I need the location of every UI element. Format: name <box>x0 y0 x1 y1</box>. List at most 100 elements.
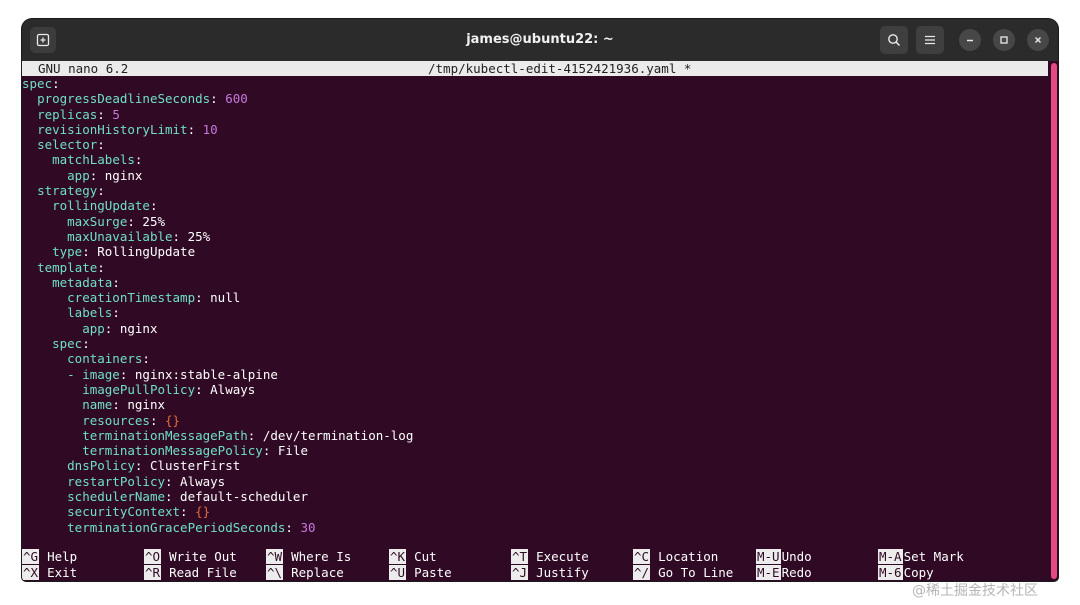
shortcut-label: Execute <box>536 549 589 564</box>
editor-line: spec: <box>22 76 1048 91</box>
code-token: metadata <box>52 274 113 290</box>
code-token: matchLabels <box>52 152 135 168</box>
code-token: : <box>134 152 143 168</box>
hamburger-menu-icon <box>925 35 935 45</box>
code-token: selector <box>37 137 98 153</box>
new-tab-button[interactable] <box>30 27 56 53</box>
code-token: : <box>97 137 105 153</box>
file-path: /tmp/kubectl-edit-4152421936.yaml * <box>428 61 692 76</box>
code-token: terminationMessagePolicy <box>82 443 263 459</box>
code-token: : default-scheduler <box>165 489 308 505</box>
editor-line: rollingUpdate: <box>22 198 1048 213</box>
shortcut-redo: M-E Redo <box>756 564 812 580</box>
code-token: : nginx <box>112 397 166 413</box>
shortcut-key: ^T <box>511 549 529 564</box>
editor-line: containers: <box>22 351 1048 366</box>
maximize-icon <box>1000 36 1008 44</box>
shortcut-key: ^G <box>22 549 40 564</box>
terminal-window: james@ubuntu22: ~ GNU nano 6.2 /tmp/kube… <box>22 19 1058 581</box>
shortcut-key: ^O <box>144 549 162 564</box>
editor-line: metadata: <box>22 275 1048 290</box>
nano-header-bar: GNU nano 6.2 /tmp/kubectl-edit-415242193… <box>22 61 1048 76</box>
menu-button[interactable] <box>916 26 944 54</box>
shortcut-label: Location <box>658 549 719 564</box>
shortcut-label: Redo <box>781 564 812 580</box>
shortcut-label: Copy <box>903 564 934 580</box>
editor-line: strategy: <box>22 183 1048 198</box>
editor-line: resources: {} <box>22 413 1048 428</box>
shortcut-key: ^C <box>633 549 651 564</box>
editor-line: spec: <box>22 336 1048 351</box>
code-token: labels <box>67 305 113 321</box>
code-token: resources <box>82 412 150 428</box>
code-token: : RollingUpdate <box>82 244 196 260</box>
code-token: - image <box>67 366 120 382</box>
shortcut-location: ^C Location <box>633 549 718 564</box>
code-token: 600 <box>225 91 248 107</box>
code-token: : <box>52 76 60 91</box>
shortcut-key: ^\ <box>266 564 284 580</box>
shortcut-write-out: ^O Write Out <box>144 549 237 564</box>
shortcut-bar: ^G Help ^O Write Out ^W Where Is ^K Cut ^T Execut… <box>22 549 1048 581</box>
editor-line: terminationMessagePolicy: File <box>22 443 1048 458</box>
minimize-button[interactable] <box>959 29 981 51</box>
code-token: app <box>82 320 105 336</box>
code-token: type <box>52 244 83 260</box>
terminal-area[interactable]: GNU nano 6.2 /tmp/kubectl-edit-415242193… <box>22 61 1050 581</box>
search-button[interactable] <box>880 26 908 54</box>
shortcut-label: Read File <box>169 564 237 580</box>
nano-version: GNU nano 6.2 <box>38 61 129 76</box>
editor-line: template: <box>22 260 1048 275</box>
editor-line: terminationGracePeriodSeconds: 30 <box>22 520 1048 535</box>
code-token: spec <box>52 336 83 352</box>
shortcut-key: M-U <box>756 549 781 564</box>
scrollbar[interactable] <box>1050 61 1058 581</box>
maximize-button[interactable] <box>993 29 1015 51</box>
code-token: terminationGracePeriodSeconds <box>67 519 286 535</box>
code-token: strategy <box>37 183 98 199</box>
editor-line: imagePullPolicy: Always <box>22 382 1048 397</box>
shortcut-key: ^R <box>144 564 162 580</box>
close-button[interactable] <box>1027 29 1049 51</box>
shortcut-label: Undo <box>781 549 812 564</box>
search-icon <box>888 34 901 47</box>
shortcut-label: Set Mark <box>903 549 964 564</box>
code-token: restartPolicy <box>67 473 165 489</box>
editor-text-area[interactable]: spec: progressDeadlineSeconds: 600 repli… <box>22 76 1048 535</box>
code-token: : ClusterFirst <box>134 458 241 474</box>
shortcut-label: Cut <box>414 549 437 564</box>
code-token: revisionHistoryLimit <box>37 121 188 137</box>
code-token: : <box>210 91 226 107</box>
code-token: : <box>112 274 120 290</box>
code-token: terminationMessagePath <box>82 427 248 443</box>
title-bar[interactable]: james@ubuntu22: ~ <box>22 19 1058 61</box>
code-token: replicas <box>37 106 98 122</box>
shortcut-read-file: ^R Read File <box>144 564 237 580</box>
close-icon <box>1035 37 1041 43</box>
shortcut-help: ^G Help <box>22 549 77 564</box>
shortcut-cut: ^K Cut <box>389 549 437 564</box>
shortcut-key: M-E <box>756 564 781 580</box>
code-token: : <box>285 519 301 535</box>
editor-line: progressDeadlineSeconds: 600 <box>22 91 1048 106</box>
scrollbar-thumb[interactable] <box>1051 63 1057 579</box>
